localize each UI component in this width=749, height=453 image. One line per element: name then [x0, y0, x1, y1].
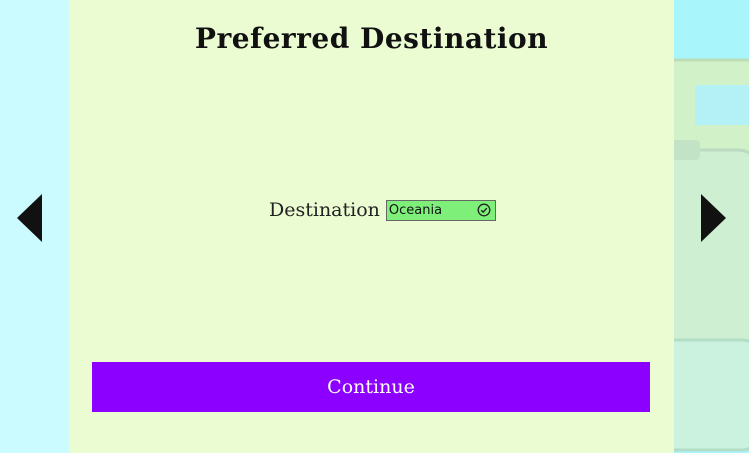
continue-button[interactable]: Continue	[92, 362, 650, 412]
destination-label: Destination	[269, 199, 380, 221]
destination-select[interactable]: Oceania	[385, 199, 496, 221]
destination-select-value: Oceania	[388, 202, 443, 218]
next-arrow-icon[interactable]	[698, 192, 728, 244]
previous-arrow-icon[interactable]	[15, 192, 45, 244]
destination-field-row: Destination Oceania	[269, 197, 496, 223]
check-circle-icon	[477, 203, 491, 217]
main-panel: Preferred Destination Destination Oceani…	[69, 0, 674, 453]
page-title: Preferred Destination	[194, 22, 549, 55]
